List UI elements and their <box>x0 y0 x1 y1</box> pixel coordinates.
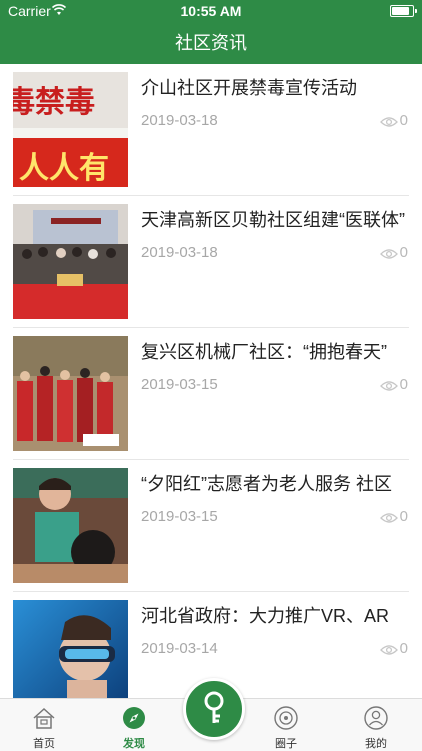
tab-home[interactable]: 首页 <box>2 699 86 751</box>
status-bar: Carrier 10:55 AM <box>0 0 422 22</box>
article-title: 介山社区开展禁毒宣传活动 <box>141 78 357 98</box>
view-count: 0 <box>379 376 408 393</box>
article-date: 2019-03-18 <box>141 244 218 261</box>
person-icon <box>364 706 388 730</box>
home-icon <box>33 707 55 729</box>
view-count: 0 <box>379 244 408 261</box>
view-count-value: 0 <box>399 244 408 261</box>
eye-icon <box>379 645 398 655</box>
article-thumbnail <box>13 204 128 319</box>
view-count: 0 <box>379 112 408 129</box>
tab-label: 首页 <box>33 738 55 750</box>
eye-icon <box>379 381 398 391</box>
view-count: 0 <box>379 508 408 525</box>
article-date: 2019-03-14 <box>141 640 218 657</box>
tab-mine[interactable]: 我的 <box>334 699 418 751</box>
circle-icon <box>274 706 298 730</box>
article-title: 河北省政府：大力推广VR、AR <box>141 606 390 626</box>
eye-icon <box>379 513 398 523</box>
tab-label: 圈子 <box>275 738 297 750</box>
eye-icon <box>379 117 398 127</box>
eye-icon <box>379 249 398 259</box>
view-count-value: 0 <box>399 112 408 129</box>
center-key-button[interactable] <box>183 678 245 740</box>
article-list[interactable]: 毒禁毒 人人有 介山社区开展禁毒宣传活动 2019-03-18 0 天津高新区贝… <box>0 64 422 698</box>
article-thumbnail <box>13 600 128 698</box>
article-date: 2019-03-18 <box>141 112 218 129</box>
article-date: 2019-03-15 <box>141 376 218 393</box>
nav-bar: 社区资讯 <box>0 22 422 64</box>
article-date: 2019-03-15 <box>141 508 218 525</box>
compass-icon <box>123 707 145 729</box>
tab-label: 发现 <box>123 738 145 750</box>
tab-label: 我的 <box>365 738 387 750</box>
svg-text:毒禁毒: 毒禁毒 <box>13 85 95 120</box>
tab-circle[interactable]: 圈子 <box>244 699 328 751</box>
tab-discover[interactable]: 发现 <box>92 699 176 751</box>
article-title: “夕阳红”志愿者为老人服务 社区 <box>141 474 392 494</box>
list-item[interactable]: 复兴区机械厂社区：“拥抱春天” 2019-03-15 0 <box>0 328 422 460</box>
key-icon <box>204 691 224 723</box>
list-item[interactable]: “夕阳红”志愿者为老人服务 社区 2019-03-15 0 <box>0 460 422 592</box>
article-title: 天津高新区贝勒社区组建“医联体” <box>141 210 405 230</box>
view-count-value: 0 <box>399 508 408 525</box>
page-title: 社区资讯 <box>175 33 247 53</box>
view-count: 0 <box>379 640 408 657</box>
article-thumbnail <box>13 336 128 451</box>
view-count-value: 0 <box>399 376 408 393</box>
svg-text:人人有: 人人有 <box>19 151 109 186</box>
article-thumbnail: 毒禁毒 人人有 <box>13 72 128 187</box>
article-title: 复兴区机械厂社区：“拥抱春天” <box>141 342 387 362</box>
list-item[interactable]: 天津高新区贝勒社区组建“医联体” 2019-03-18 0 <box>0 196 422 328</box>
article-thumbnail <box>13 468 128 583</box>
battery-icon <box>390 5 417 17</box>
list-item[interactable]: 毒禁毒 人人有 介山社区开展禁毒宣传活动 2019-03-18 0 <box>0 64 422 196</box>
clock: 10:55 AM <box>180 3 242 19</box>
view-count-value: 0 <box>399 640 408 657</box>
